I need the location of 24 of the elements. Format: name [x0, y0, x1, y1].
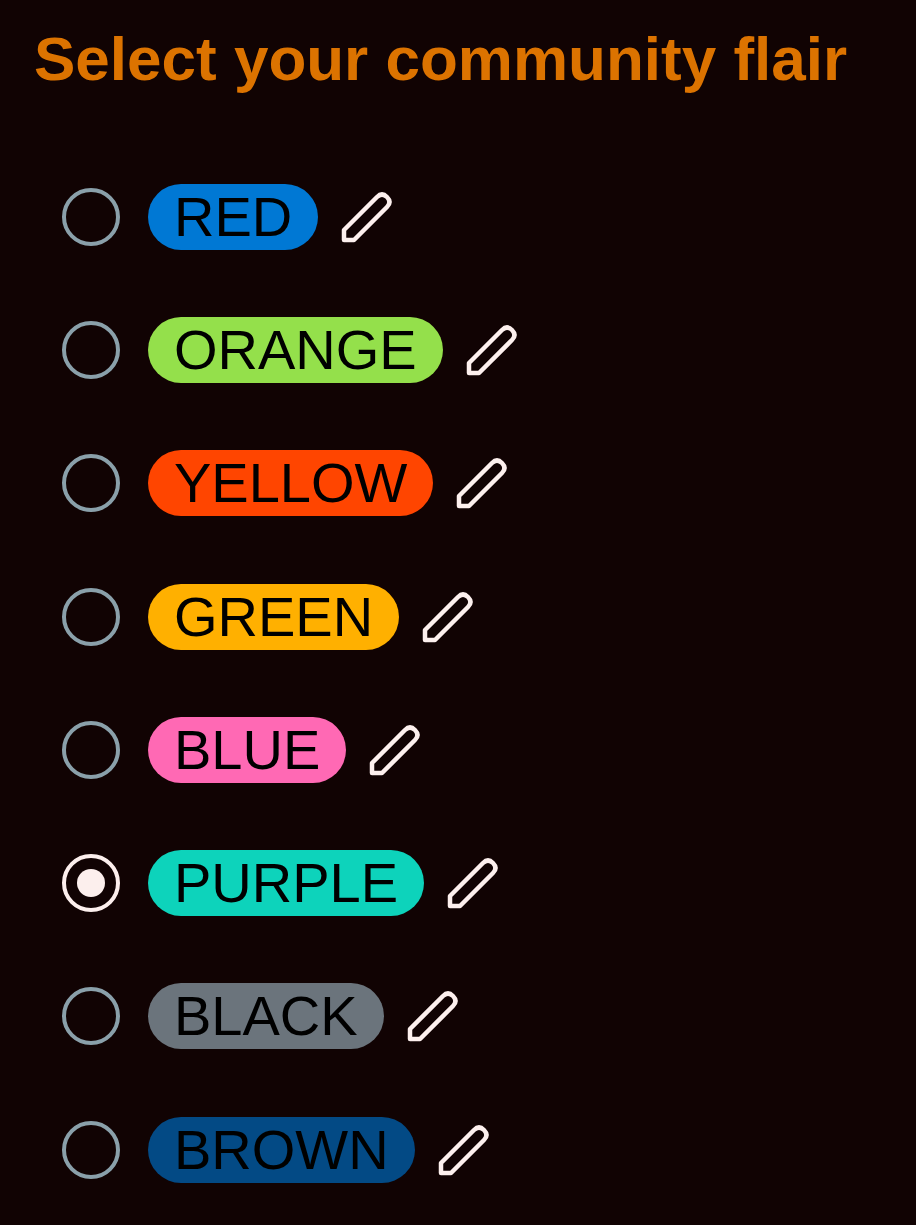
radio-button[interactable]: [62, 720, 120, 779]
pencil-icon[interactable]: [436, 1122, 491, 1177]
page-title: Select your community flair: [34, 23, 848, 95]
radio-button[interactable]: [62, 187, 120, 246]
radio-button[interactable]: [62, 454, 120, 513]
flair-tag: BLACK: [148, 983, 384, 1050]
flair-tag: YELLOW: [148, 450, 434, 517]
radio-button[interactable]: [62, 587, 120, 646]
pencil-icon[interactable]: [421, 589, 476, 644]
flair-tag: GREEN: [148, 583, 400, 650]
flair-tag: BROWN: [148, 1116, 415, 1183]
flair-tag: BLUE: [148, 716, 347, 783]
radio-button[interactable]: [62, 987, 120, 1046]
flair-tag: RED: [148, 183, 319, 250]
pencil-icon[interactable]: [446, 856, 501, 911]
flair-tag: ORANGE: [148, 316, 443, 383]
pencil-icon[interactable]: [455, 456, 510, 511]
pencil-icon[interactable]: [368, 722, 423, 777]
pencil-icon[interactable]: [405, 989, 460, 1044]
radio-button[interactable]: [62, 1120, 120, 1179]
flair-tag: PURPLE: [148, 850, 425, 917]
pencil-icon[interactable]: [464, 322, 519, 377]
pencil-icon[interactable]: [340, 189, 395, 244]
radio-button[interactable]: [62, 320, 120, 379]
